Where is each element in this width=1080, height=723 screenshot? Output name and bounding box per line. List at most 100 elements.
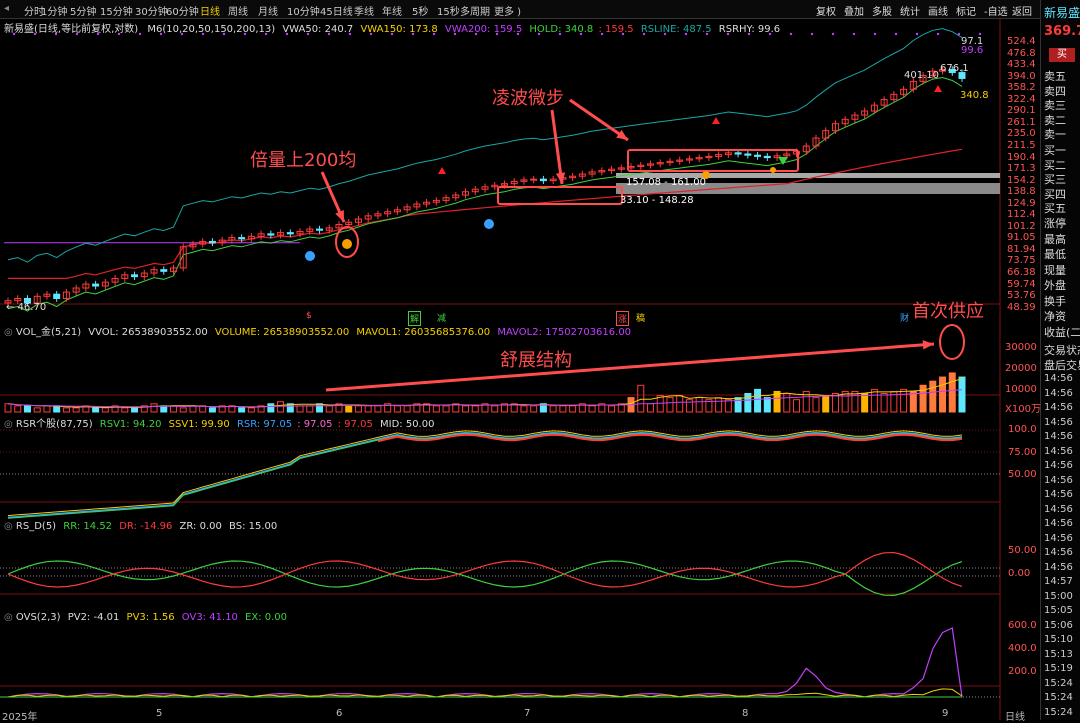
timeframe-tab-9[interactable]: 10分钟 [287,3,320,18]
volume-bar [909,390,917,413]
volume-bar [277,401,285,413]
volume-bar [637,384,645,413]
chart-title: 新易盛(日线,等比前复权,对数) [4,24,139,35]
candle-body[interactable] [734,152,742,155]
toolbar-button-2[interactable]: 多股 [872,3,892,18]
buy-button[interactable]: 买 [1049,48,1075,62]
price-tick-3: 394.0 [1007,70,1036,82]
stat-item-6: 净资 [1044,310,1066,323]
timeframe-tab-3[interactable]: 15分钟 [100,3,133,18]
candle-body[interactable] [267,233,275,236]
annotation-first-supply: 首次供应 [912,301,984,322]
price-tick-7: 261.1 [1007,116,1036,128]
timeframe-tab-10[interactable]: 45日线 [320,3,353,18]
tick-time-14: 14:57 [1044,576,1073,587]
volume-bar [763,397,771,413]
magenta-dot [789,32,793,36]
tick-time-3: 14:56 [1044,416,1073,428]
candle-body[interactable] [744,153,752,156]
candle-body[interactable] [286,232,294,235]
timeframe-tab-13[interactable]: 5秒 [412,3,428,18]
candle-body[interactable] [208,240,216,244]
event-mark-jian[interactable]: 减 [437,311,446,324]
rsr-legend: ◎ RSR个股(87,75) RSV1: 94.20 SSV1: 99.90 R… [4,415,434,430]
vol-name: VOL_金(5,21) [15,327,82,338]
volume-bar [939,376,947,413]
timeframe-tab-12[interactable]: 年线 [382,3,402,18]
x-axis-label-2: 6 [336,708,343,719]
volume-bar [316,403,324,413]
toolbar-button-3[interactable]: 统计 [900,3,920,18]
candle-body[interactable] [53,293,61,299]
tick-time-0: 14:56 [1044,373,1073,384]
volume-bar [870,388,878,413]
event-mark-jie[interactable]: 解 [408,311,422,326]
timeframe-tab-15[interactable]: 多周期 [460,3,490,18]
event-mark-zhang[interactable]: 涨 [616,311,630,326]
price-tick-12: 154.2 [1007,174,1036,186]
vol-tick-2: 10000 [1005,384,1037,395]
candle-body[interactable] [316,228,324,231]
after-hours: 盘后交易 [1044,359,1080,372]
rsd-legend: ◎ RS_D(5) RR: 14.52 DR: -14.96 ZR: 0.00 … [4,521,277,532]
timeframe-tab-6[interactable]: 日线 [200,3,220,18]
hold-label: HOLD: 340.8 [529,24,594,35]
x-axis-label-3: 7 [524,708,531,719]
rsr-red-line [377,433,963,443]
price-tick-8: 235.0 [1007,128,1036,140]
rsr-name: RSR个股(87,75) [15,419,93,430]
vol-gear-icon[interactable]: ◎ [4,327,13,338]
volume-bar [150,403,158,413]
stat-item-7: 收益(二 [1044,325,1080,339]
magenta-dot [936,32,940,36]
quote-panel: 新易盛 369.7 买 卖五卖四卖三卖二卖一买一买二买三买四买五涨停最高最低现量… [1040,0,1080,720]
vwa150-label: VWA150: 173.8 [360,24,438,35]
timeframe-tab-5[interactable]: 60分钟 [166,3,199,18]
timeframe-tab-4[interactable]: 30分钟 [135,3,168,18]
candle-body[interactable] [160,269,168,272]
volume-bar [403,405,411,413]
candle-body[interactable] [92,283,100,287]
toolbar-button-0[interactable]: 复权 [816,3,836,18]
event-mark-cai[interactable]: 财 [900,311,909,324]
candle-body[interactable] [539,178,547,182]
volume-bar [345,405,353,413]
event-mark-s[interactable]: $ [306,311,312,321]
toolbar-button-7[interactable]: 返回 [1012,3,1032,18]
candle-body[interactable] [238,237,246,240]
volume-bar [33,407,41,413]
volume-bar [822,395,830,413]
timeframe-tab-7[interactable]: 周线 [228,3,248,18]
volume-bar [247,407,255,413]
timeframe-tab-16[interactable]: 更多 ) [494,3,521,18]
candle-body[interactable] [754,154,762,157]
ovs-tick-2: 200.0 [1008,666,1037,677]
rsr-gear-icon[interactable]: ◎ [4,419,13,430]
tick-time-12: 14:56 [1044,547,1073,558]
hold-line [7,76,963,312]
candle-body[interactable] [131,274,139,278]
back-arrow-icon[interactable]: ◂ [4,3,9,14]
candle-body[interactable] [530,178,538,181]
timeframe-tab-1[interactable]: 1分钟 [41,3,67,18]
price-tick-22: 53.76 [1007,290,1036,302]
rsv1-label: RSV1: 94.20 [99,419,162,430]
tick-time-5: 14:56 [1044,445,1073,457]
volume-bar [861,393,869,413]
toolbar-button-1[interactable]: 叠加 [844,3,864,18]
timeframe-tab-8[interactable]: 月线 [258,3,278,18]
timeframe-tab-14[interactable]: 15秒 [437,3,460,18]
timeframe-tab-2[interactable]: 5分钟 [70,3,96,18]
candle-body[interactable] [763,155,771,159]
toolbar-button-5[interactable]: 标记 [956,3,976,18]
volume-bar [101,407,109,413]
blue-ball-icon [305,251,315,261]
rsd-gear-icon[interactable]: ◎ [4,521,13,532]
event-mark-gao[interactable]: 稿 [636,311,645,324]
tick-time-7: 14:56 [1044,474,1073,486]
toolbar-button-6[interactable]: -自选 [984,3,1008,18]
volume-bar [695,397,703,413]
toolbar-button-4[interactable]: 画线 [928,3,948,18]
ovs-gear-icon[interactable]: ◎ [4,612,13,623]
timeframe-tab-11[interactable]: 季线 [354,3,374,18]
